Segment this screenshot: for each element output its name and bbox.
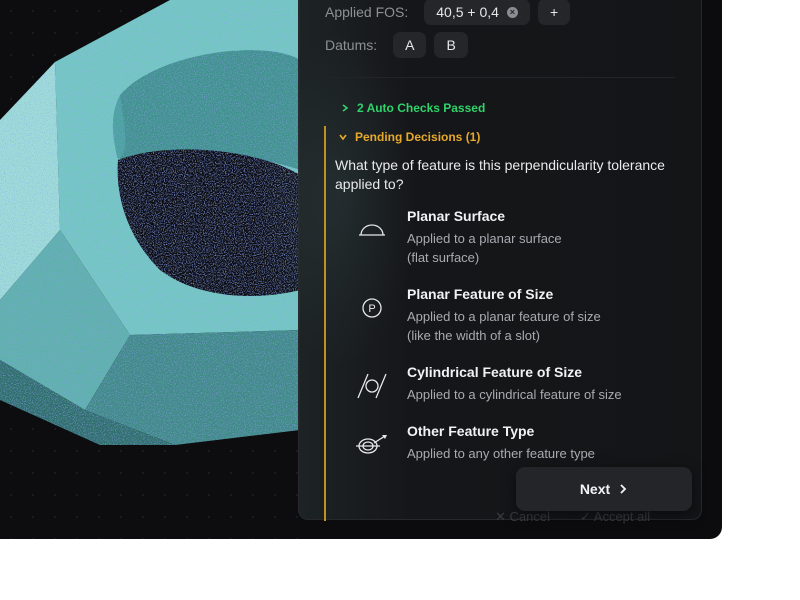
pending-section-bar [324, 126, 326, 521]
model-viewport[interactable] [0, 0, 300, 539]
option-title: Planar Surface [407, 208, 506, 224]
option-desc: Applied to any other feature type [407, 446, 595, 461]
divider [325, 77, 675, 78]
add-fos-button[interactable]: + [537, 0, 571, 25]
datums-label: Datums: [325, 37, 378, 53]
option-other-feature-type[interactable]: Other Feature Type Applied to any other … [349, 422, 595, 468]
tolerance-panel: Applied FOS: 40,5 + 0,4 × + Datums: A B … [259, 0, 702, 524]
next-label: Next [579, 481, 611, 497]
cylindrical-feature-icon [357, 373, 387, 399]
planar-surface-icon [359, 224, 385, 236]
app-window: Applied FOS: 40,5 + 0,4 × + Datums: A B … [0, 0, 722, 539]
cancel-button[interactable]: ✕ Cancel [495, 509, 550, 525]
option-title: Planar Feature of Size [407, 286, 554, 302]
option-desc: Applied to a cylindrical feature of size [407, 387, 622, 402]
option-desc: Applied to a planar surface [407, 231, 562, 246]
option-cylindrical-feature-of-size[interactable]: Cylindrical Feature of Size Applied to a… [349, 363, 622, 409]
hex-nut-model [0, 0, 300, 445]
option-desc: (flat surface) [407, 250, 480, 265]
footer-actions: ✕ Cancel ✓ Accept all [495, 509, 650, 525]
accept-all-button[interactable]: ✓ Accept all [580, 509, 650, 525]
pending-decisions-toggle[interactable]: Pending Decisions (1) [339, 130, 480, 144]
chevron-down-icon [339, 134, 347, 141]
option-title: Cylindrical Feature of Size [407, 364, 583, 380]
option-planar-feature-of-size[interactable]: P Planar Feature of Size Applied to a pl… [349, 285, 601, 345]
auto-checks-label: 2 Auto Checks Passed [357, 101, 486, 115]
pending-decisions-label: Pending Decisions (1) [355, 130, 481, 144]
option-title: Other Feature Type [407, 423, 535, 439]
option-desc: Applied to a planar feature of size [407, 309, 601, 324]
other-feature-icon [356, 435, 387, 454]
datums-row: Datums: A B [325, 32, 468, 58]
fos-value: 40,5 + 0,4 [436, 4, 499, 20]
decision-question: What type of feature is this perpendicul… [335, 157, 665, 192]
option-planar-surface[interactable]: Planar Surface Applied to a planar surfa… [349, 207, 562, 267]
remove-fos-icon[interactable]: × [506, 6, 518, 18]
auto-checks-toggle[interactable]: 2 Auto Checks Passed [341, 101, 485, 115]
planar-feature-of-size-icon: P [362, 298, 382, 318]
fos-chip[interactable]: 40,5 + 0,4 × [424, 0, 530, 25]
option-desc: (like the width of a slot) [407, 328, 540, 343]
chevron-right-icon [620, 484, 627, 494]
datum-a-chip[interactable]: A [393, 32, 427, 58]
svg-text:P: P [368, 303, 375, 315]
fos-label: Applied FOS: [325, 4, 409, 20]
chevron-right-icon [342, 104, 349, 112]
fos-row: Applied FOS: 40,5 + 0,4 × + [325, 0, 571, 25]
next-button[interactable]: Next [516, 467, 692, 511]
datum-b-chip[interactable]: B [434, 32, 468, 58]
